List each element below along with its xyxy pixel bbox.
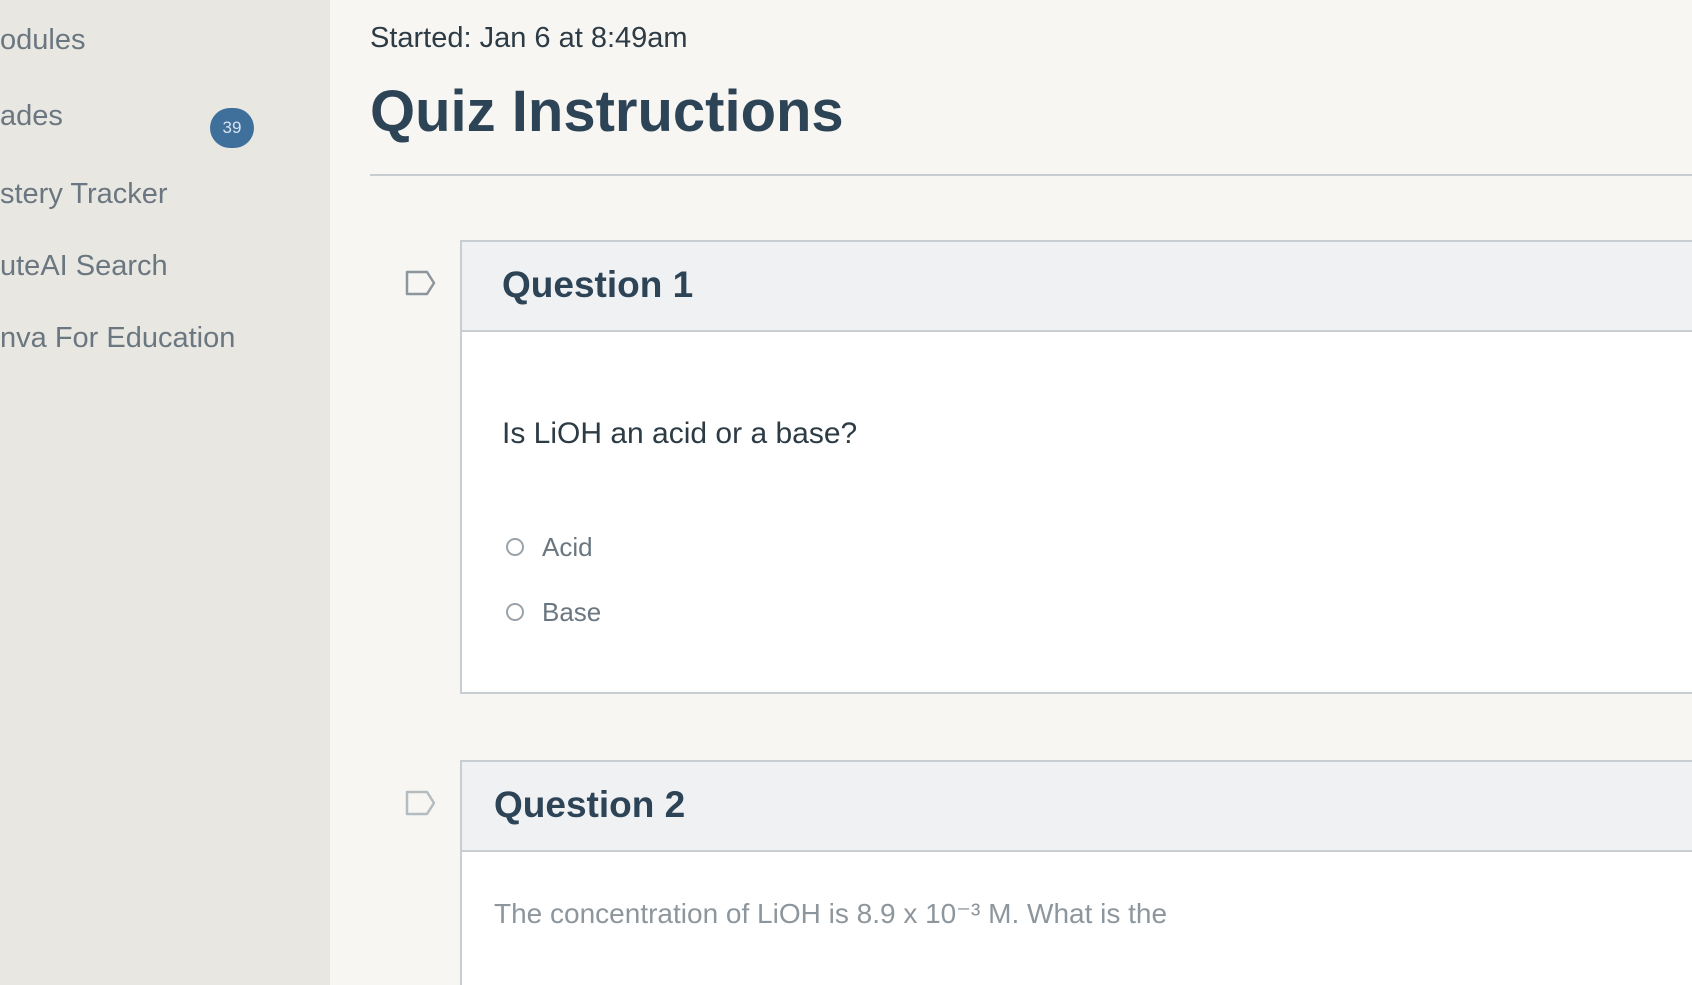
nav-item-label: stery Tracker <box>0 178 168 210</box>
radio-button[interactable] <box>506 603 524 621</box>
question-text: The concentration of LiOH is 8.9 x 10⁻³ … <box>494 898 1168 929</box>
question-header: Question 2 <box>462 762 1692 852</box>
grades-count-badge: 39 <box>210 108 254 148</box>
flag-icon[interactable] <box>405 270 437 296</box>
question-text: Is LiOH an acid or a base? <box>502 417 858 450</box>
answer-label: Acid <box>542 532 593 562</box>
nav-item-label: nva For Education <box>0 322 236 354</box>
answer-label: Base <box>542 597 602 627</box>
answer-option-base[interactable]: Base <box>506 597 601 627</box>
nav-item-label: odules <box>0 24 86 56</box>
question-title: Question 2 <box>494 784 686 825</box>
question-header: Question 1 <box>462 242 1692 332</box>
course-navigation: odules ades 39 stery Tracker uteAI Searc… <box>0 0 330 985</box>
quiz-started-time: Started: Jan 6 at 8:49am <box>370 22 688 54</box>
flag-icon[interactable] <box>405 790 437 816</box>
title-divider <box>370 174 1692 176</box>
question-title: Question 1 <box>502 264 694 305</box>
nav-item-canva-for-education[interactable]: nva For Education <box>0 318 235 358</box>
nav-item-modules[interactable]: odules <box>0 20 85 60</box>
question-card-2: Question 2 The concentration of LiOH is … <box>460 760 1692 985</box>
nav-item-label: uteAI Search <box>0 250 168 282</box>
page-title: Quiz Instructions <box>370 79 844 144</box>
answer-option-acid[interactable]: Acid <box>506 532 593 562</box>
nav-item-grades[interactable]: ades <box>0 96 63 136</box>
radio-button[interactable] <box>506 538 524 556</box>
nav-item-mastery-tracker[interactable]: stery Tracker <box>0 174 168 214</box>
nav-item-ai-search[interactable]: uteAI Search <box>0 246 168 286</box>
question-card-1: Question 1 Is LiOH an acid or a base? Ac… <box>460 240 1692 694</box>
nav-item-label: ades <box>0 100 63 132</box>
quiz-page: odules ades 39 stery Tracker uteAI Searc… <box>0 0 1692 985</box>
